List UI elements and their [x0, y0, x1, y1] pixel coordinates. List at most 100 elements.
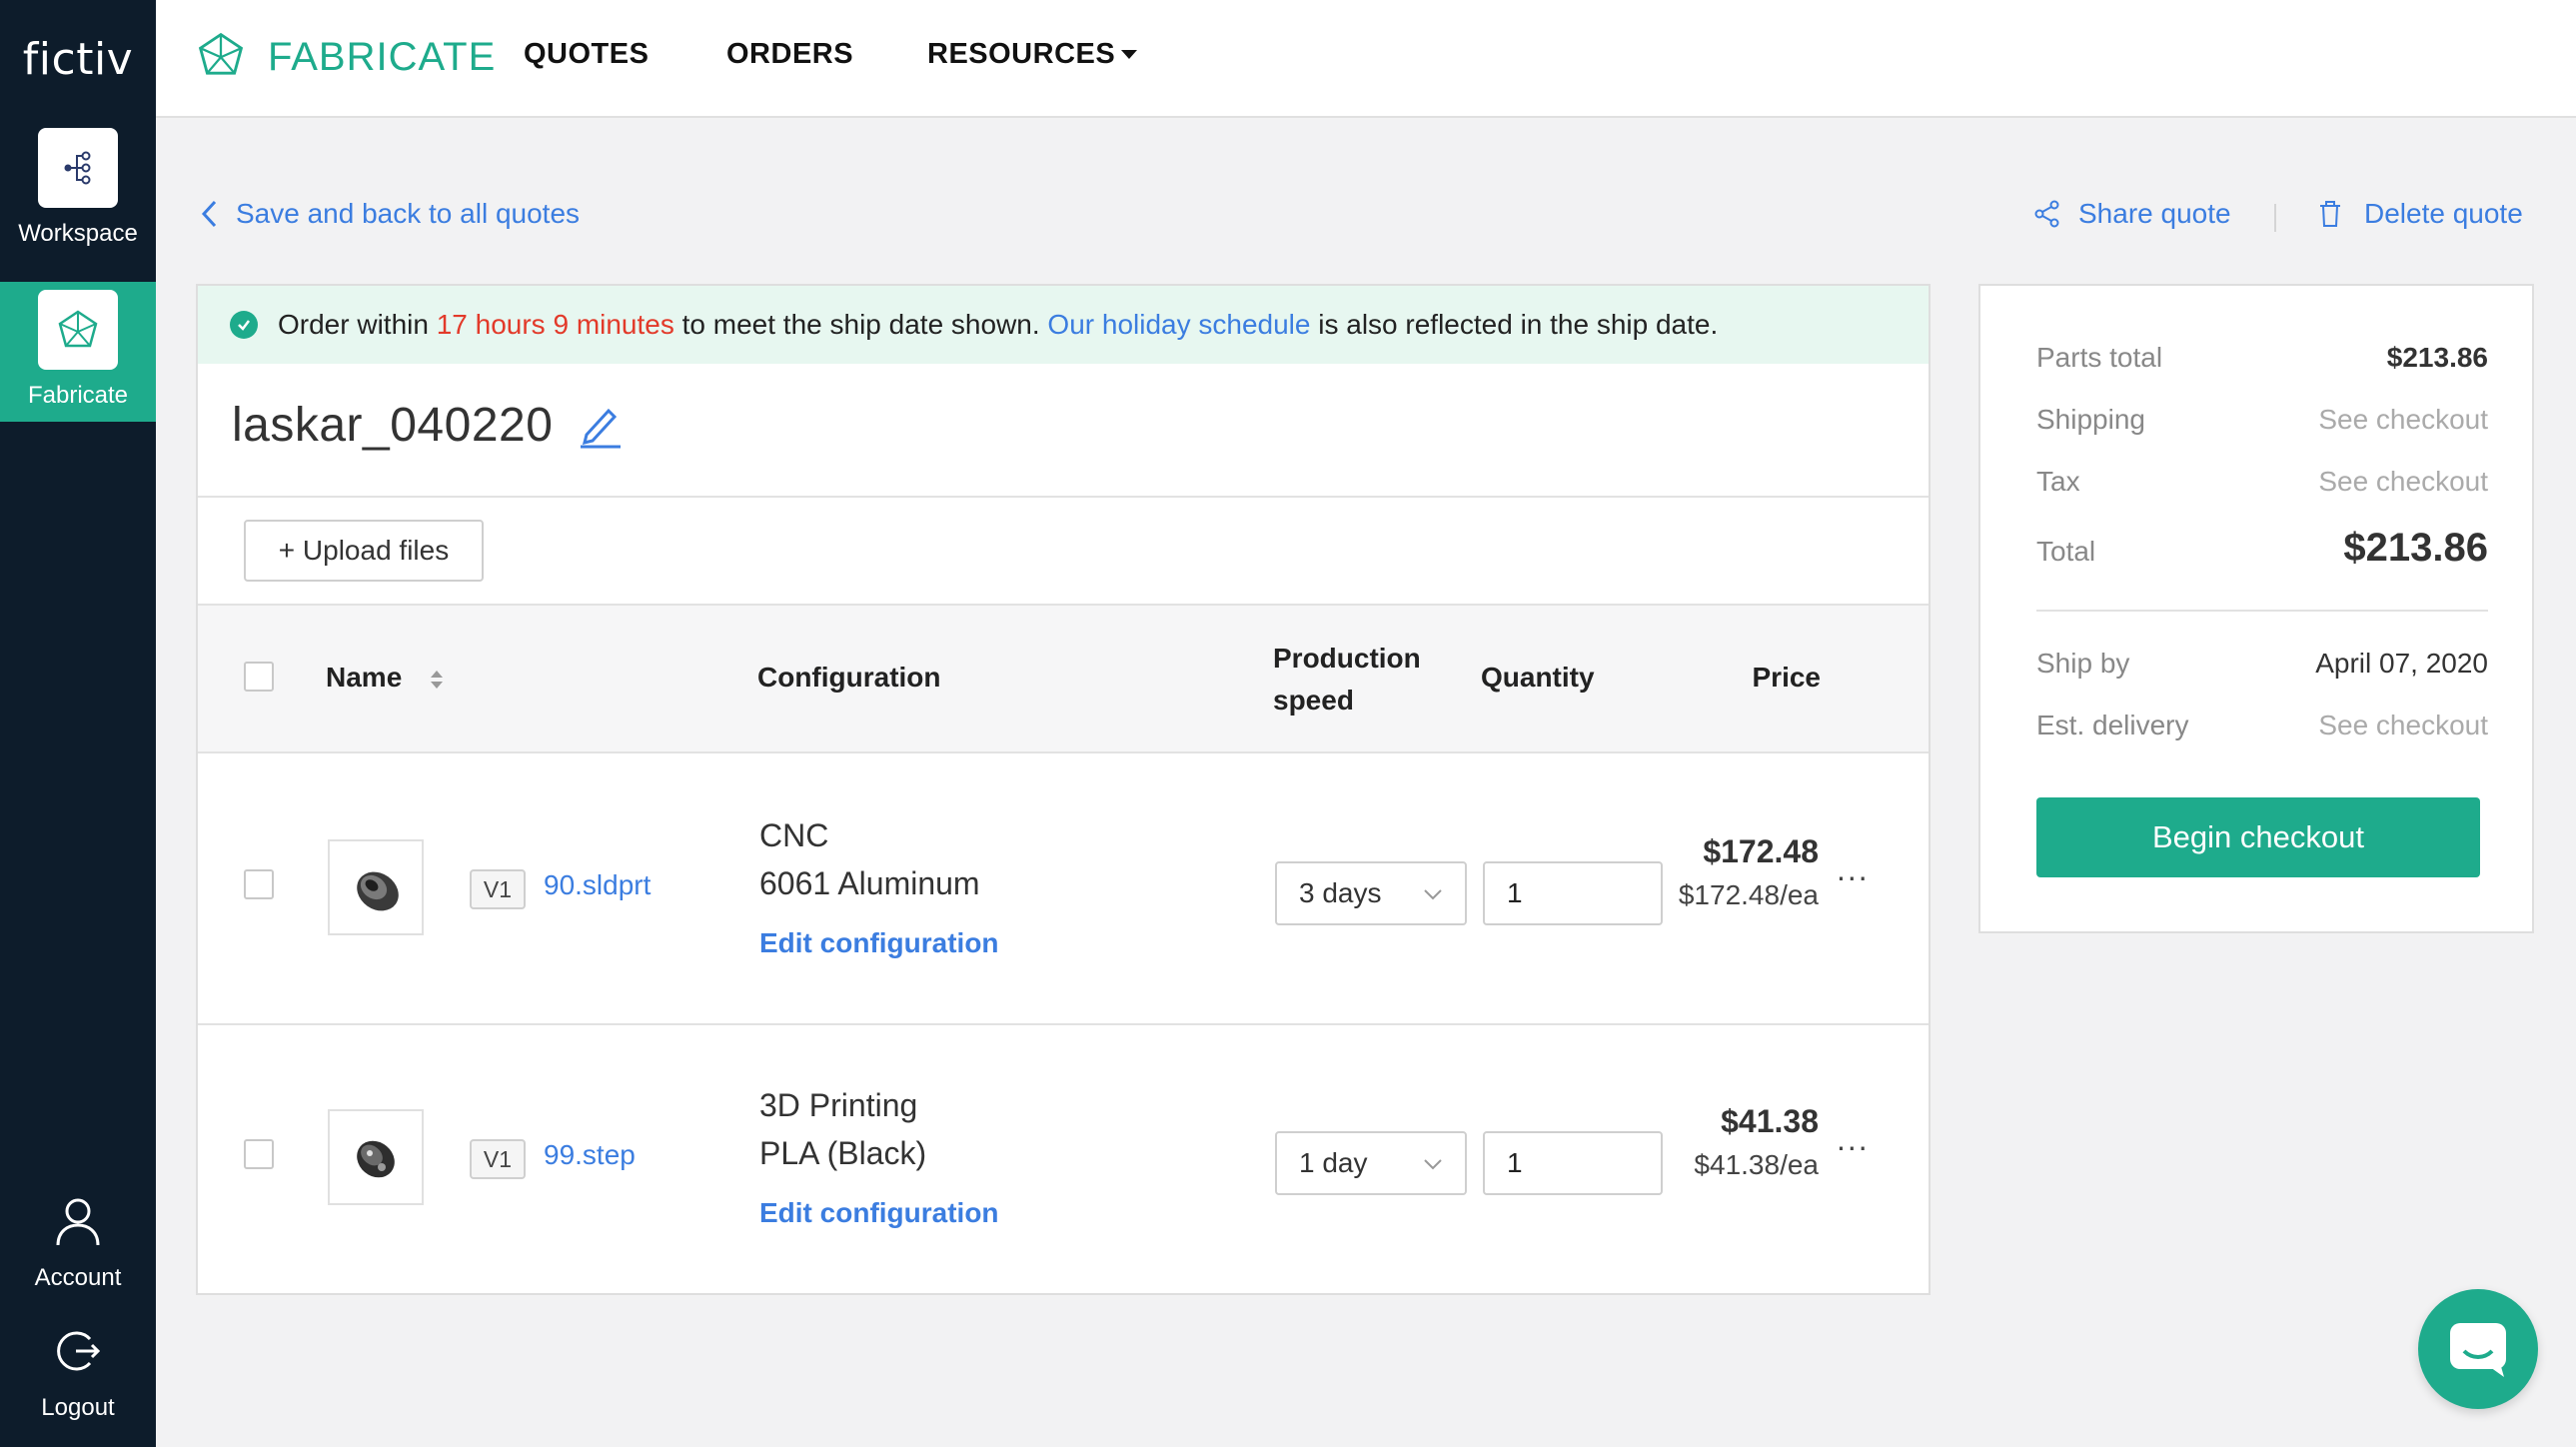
parts-total-value: $213.86 — [2386, 342, 2488, 373]
back-to-quotes-link[interactable]: Save and back to all quotes — [200, 198, 580, 230]
fabricate-logo-icon — [196, 30, 246, 85]
total-value: $213.86 — [2343, 526, 2488, 570]
sidebar-item-fabricate[interactable]: Fabricate — [0, 282, 156, 422]
quantity-input[interactable] — [1483, 861, 1663, 925]
column-header-price: Price — [1752, 662, 1822, 693]
order-summary-card: Parts total $213.86 Shipping See checkou… — [1978, 284, 2534, 933]
nav-orders[interactable]: ORDERS — [726, 38, 853, 71]
total-label: Total — [2036, 536, 2096, 567]
part-preview-image — [357, 1140, 395, 1178]
part-file-base: 90 — [544, 869, 576, 900]
chevron-down-icon — [1424, 889, 1442, 900]
check-circle-icon — [230, 311, 258, 339]
version-badge: V1 — [470, 869, 526, 909]
sidebar-item-label: Logout — [41, 1394, 115, 1421]
part-thumbnail[interactable] — [328, 1109, 424, 1205]
config-process: CNC — [759, 817, 829, 853]
begin-checkout-button[interactable]: Begin checkout — [2036, 797, 2480, 877]
sidebar: fictiv Workspace Fabricate Account Logou… — [0, 0, 156, 1447]
part-price: $172.48 — [1703, 833, 1819, 869]
summary-tax: Tax See checkout — [2036, 466, 2488, 498]
part-price-each: $172.48/ea — [1678, 879, 1819, 910]
quantity-input[interactable] — [1483, 1131, 1663, 1195]
sidebar-item-workspace[interactable]: Workspace — [0, 128, 156, 278]
pencil-icon — [581, 408, 622, 448]
production-speed-select[interactable]: 3 days — [1275, 861, 1467, 925]
parts-total-label: Parts total — [2036, 342, 2163, 373]
fabricate-icon — [38, 290, 118, 370]
chevron-left-icon — [201, 200, 217, 228]
row-checkbox[interactable] — [244, 1139, 274, 1169]
row-checkbox[interactable] — [244, 869, 274, 899]
fabricate-brand[interactable]: FABRICATE — [196, 30, 496, 85]
share-quote-link[interactable]: Share quote — [2034, 198, 2231, 230]
more-options-button[interactable]: ... — [1837, 851, 1870, 888]
part-file-ext: .sldprt — [575, 869, 651, 900]
account-icon — [54, 1195, 102, 1252]
summary-ship-by: Ship by April 07, 2020 — [2036, 648, 2488, 680]
more-options-button[interactable]: ... — [1837, 1121, 1870, 1158]
config-process: 3D Printing — [759, 1087, 918, 1123]
edit-name-button[interactable] — [579, 403, 623, 449]
column-header-name[interactable]: Name — [326, 662, 444, 694]
version-badge: V1 — [470, 1139, 526, 1179]
est-delivery-value: See checkout — [2318, 710, 2488, 740]
shipping-label: Shipping — [2036, 404, 2145, 435]
sort-icon — [431, 670, 444, 689]
part-file-link[interactable]: 99.step — [544, 1139, 636, 1171]
column-header-speed-line1: Production — [1273, 643, 1421, 674]
upload-files-button[interactable]: + Upload files — [244, 520, 484, 582]
tax-value: See checkout — [2318, 466, 2488, 497]
share-link-label: Share quote — [2078, 198, 2231, 229]
top-navbar: FABRICATE QUOTES ORDERS RESOURCES — [156, 0, 2576, 118]
fictiv-logo[interactable]: fictiv — [0, 0, 156, 118]
banner-middle: to meet the ship date shown. — [681, 309, 1040, 340]
holiday-schedule-link[interactable]: Our holiday schedule — [1047, 309, 1310, 341]
part-thumbnail[interactable] — [328, 839, 424, 935]
edit-configuration-link[interactable]: Edit configuration — [759, 927, 999, 959]
shipping-value: See checkout — [2318, 404, 2488, 435]
select-all-checkbox[interactable] — [244, 662, 274, 692]
sidebar-item-label: Workspace — [18, 220, 138, 247]
logout-icon — [52, 1325, 104, 1382]
nav-resources[interactable]: RESOURCES — [927, 38, 1138, 71]
nav-quotes[interactable]: QUOTES — [524, 38, 648, 71]
ship-by-value: April 07, 2020 — [2315, 648, 2488, 679]
production-speed-select[interactable]: 1 day — [1275, 1131, 1467, 1195]
summary-total: Total $213.86 — [2036, 526, 2488, 571]
chat-icon — [2450, 1323, 2506, 1377]
caret-down-icon — [1121, 50, 1138, 59]
column-header-quantity: Quantity — [1481, 662, 1595, 693]
part-configuration: 3D Printing PLA (Black) — [759, 1081, 926, 1177]
delete-quote-link[interactable]: Delete quote — [2318, 198, 2523, 230]
share-icon — [2034, 200, 2059, 228]
part-price-each: $41.38/ea — [1694, 1149, 1819, 1180]
part-configuration: CNC 6061 Aluminum — [759, 811, 980, 907]
trash-icon — [2320, 201, 2340, 227]
table-row: V1 99.step 3D Printing PLA (Black) Edit … — [198, 1025, 1929, 1295]
edit-configuration-link[interactable]: Edit configuration — [759, 1197, 999, 1229]
production-speed-value: 1 day — [1299, 1147, 1368, 1178]
chat-launcher-button[interactable] — [2418, 1289, 2538, 1409]
summary-est-delivery: Est. delivery See checkout — [2036, 710, 2488, 741]
part-file-link[interactable]: 90.sldprt — [544, 869, 650, 901]
tax-label: Tax — [2036, 466, 2080, 497]
part-file-ext: .step — [575, 1139, 636, 1170]
sidebar-item-logout[interactable]: Logout — [0, 1325, 156, 1422]
ship-deadline-banner: Order within 17 hours 9 minutes to meet … — [198, 286, 1929, 364]
column-header-speed: Production speed — [1273, 638, 1421, 722]
banner-countdown: 17 hours 9 minutes — [436, 309, 674, 340]
workspace-icon — [38, 128, 118, 208]
table-row: V1 90.sldprt CNC 6061 Aluminum Edit conf… — [198, 755, 1929, 1025]
chevron-down-icon — [1424, 1159, 1442, 1170]
nav-resources-label: RESOURCES — [927, 38, 1116, 70]
action-divider — [2274, 204, 2276, 232]
back-link-label: Save and back to all quotes — [236, 198, 581, 229]
sidebar-item-account[interactable]: Account — [0, 1195, 156, 1292]
est-delivery-label: Est. delivery — [2036, 710, 2189, 740]
summary-parts-total: Parts total $213.86 — [2036, 342, 2488, 374]
brand-title: FABRICATE — [268, 35, 497, 79]
column-header-name-label: Name — [326, 662, 403, 693]
column-header-configuration: Configuration — [757, 662, 941, 693]
quote-title: laskar_040220 — [232, 398, 623, 453]
